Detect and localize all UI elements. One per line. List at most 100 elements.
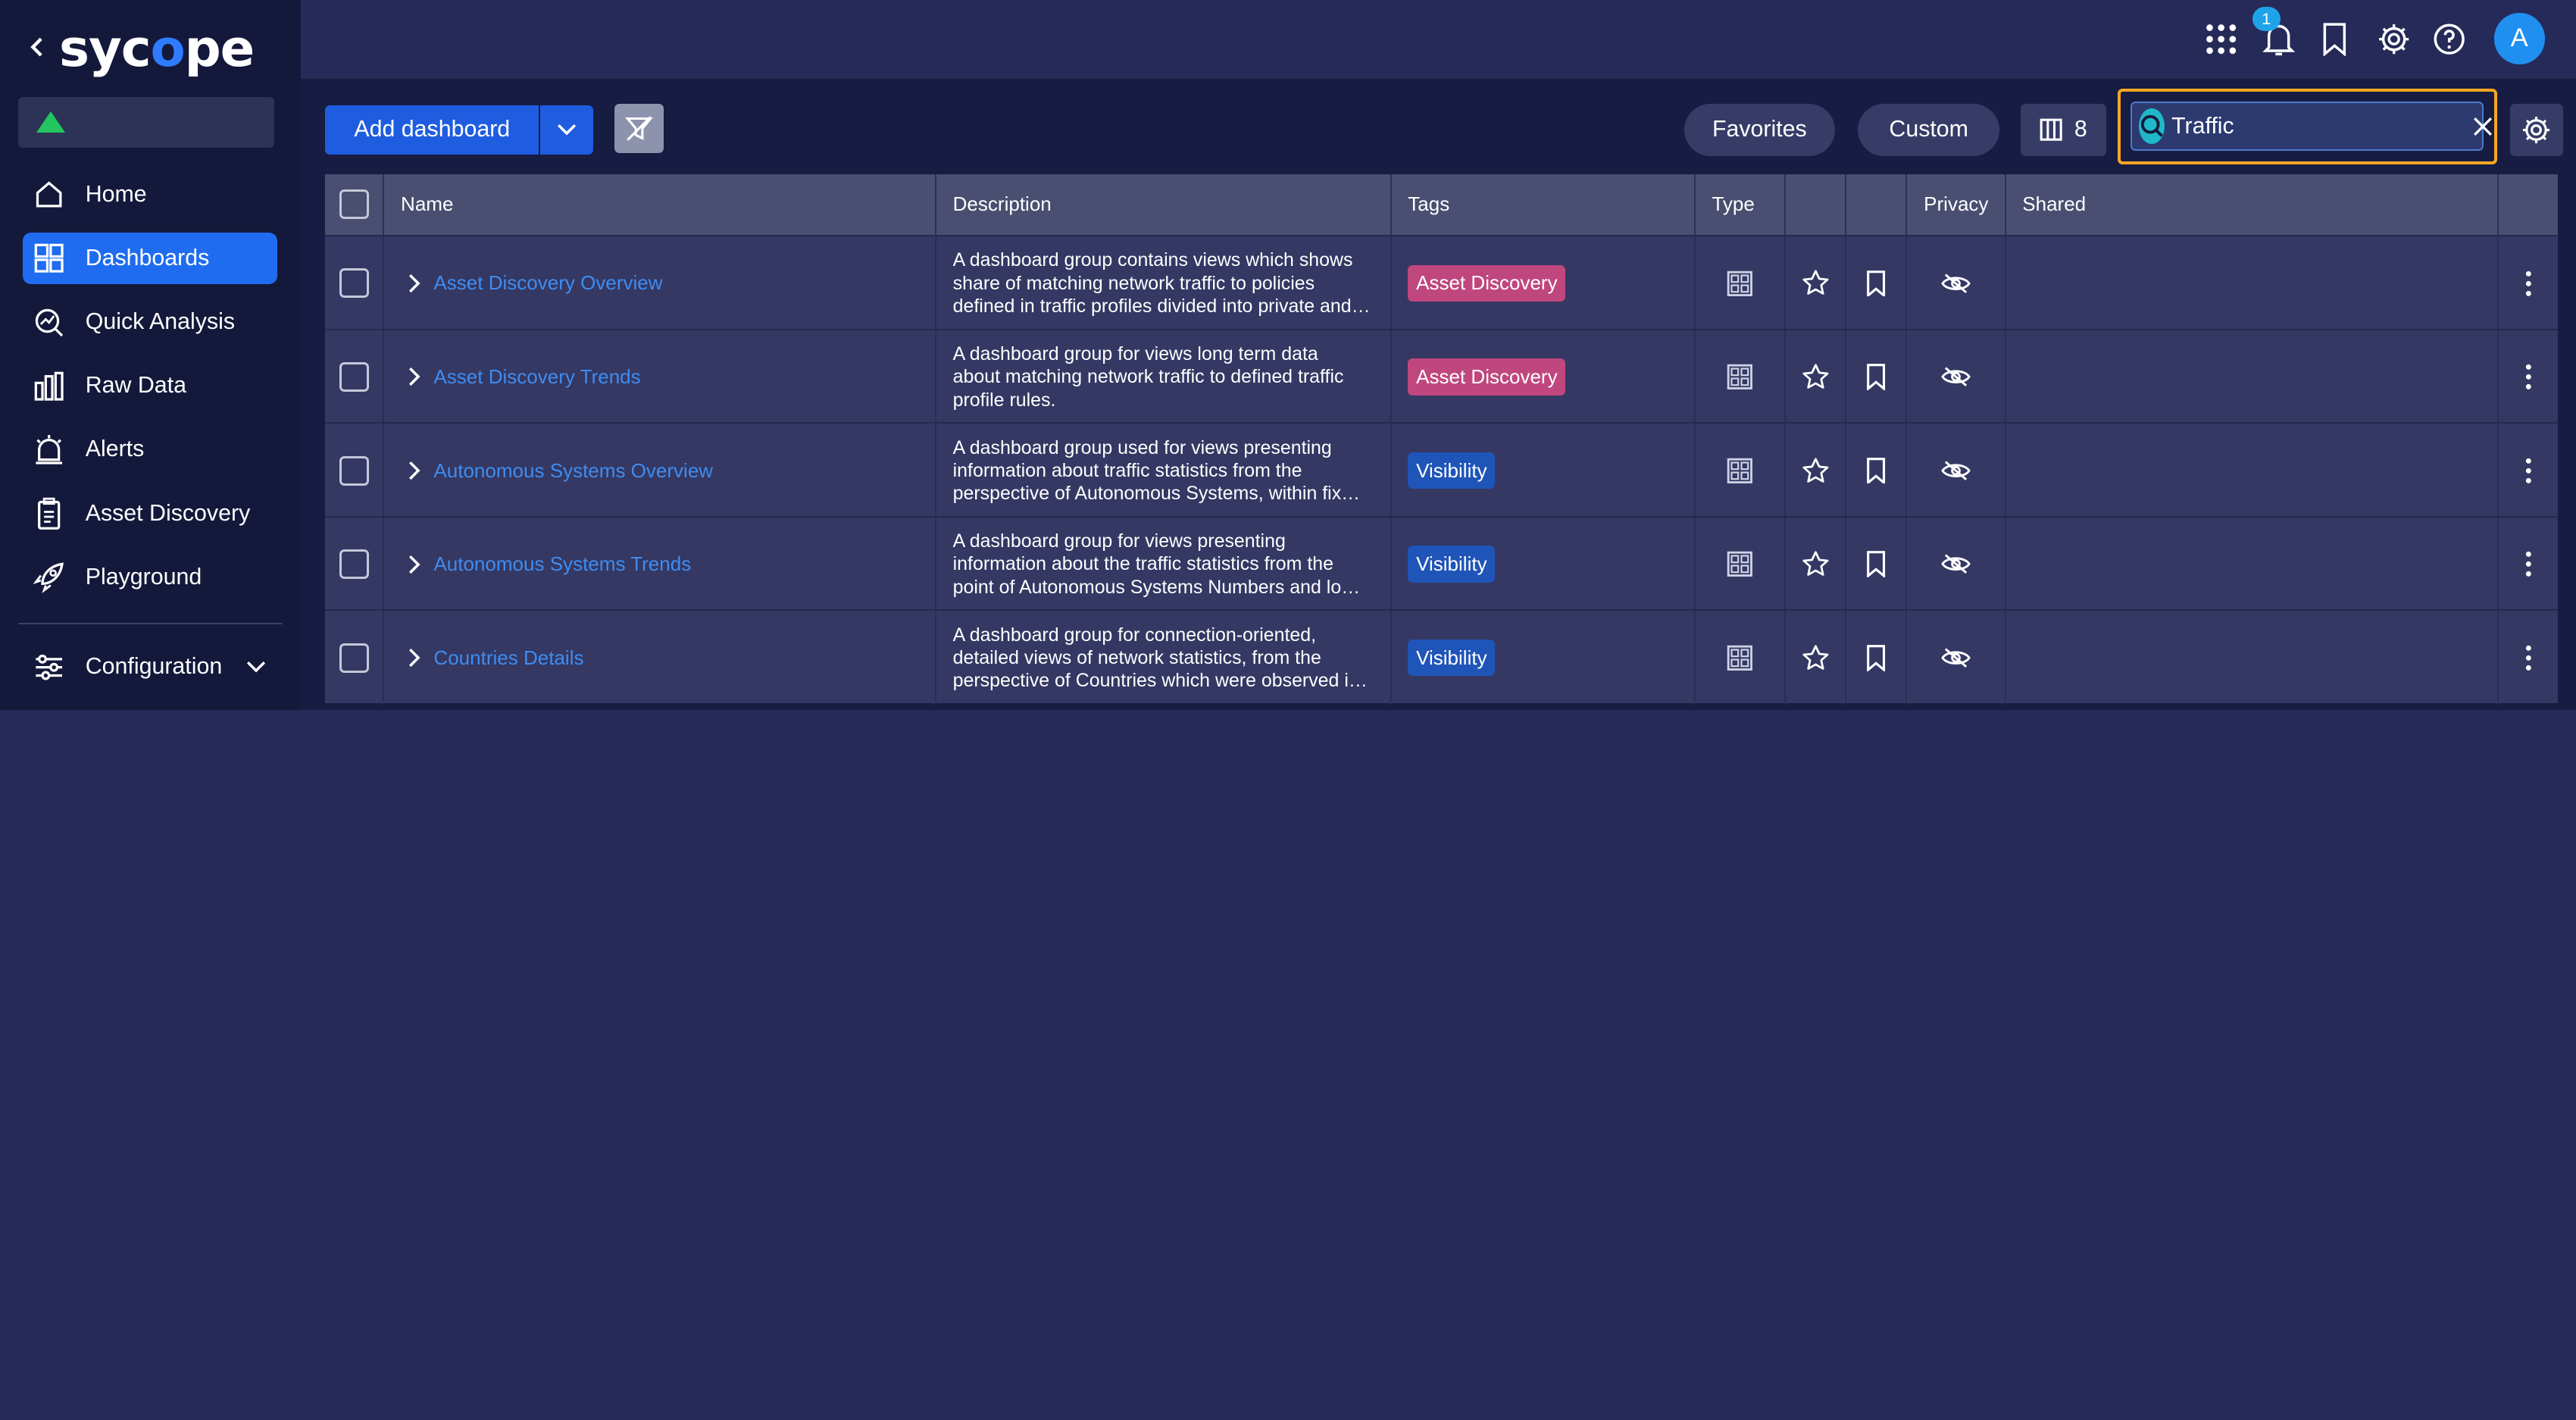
dashboard-description: A dashboard group contains views which s…	[952, 249, 1353, 317]
row-checkbox[interactable]	[339, 268, 369, 299]
header-favorite	[1786, 174, 1847, 236]
bookmark-icon[interactable]	[1865, 551, 1887, 577]
sidebar-item-quick-analysis[interactable]: Quick Analysis	[23, 297, 277, 348]
back-chevron-icon[interactable]	[30, 33, 46, 65]
header-description[interactable]: Description	[936, 174, 1392, 236]
star-icon[interactable]	[1802, 457, 1830, 485]
quick-analysis-icon	[33, 306, 65, 339]
table-settings-button[interactable]	[2510, 103, 2563, 156]
table-row[interactable]: Countries Details A dashboard group for …	[325, 609, 2559, 705]
row-shared-cell	[2006, 236, 2499, 330]
header-tags[interactable]: Tags	[1392, 174, 1696, 236]
sidebar-item-raw-data[interactable]: Raw Data	[23, 361, 277, 411]
app-logo[interactable]: sycope	[59, 23, 255, 74]
star-icon[interactable]	[1802, 363, 1830, 391]
sidebar-item-label: Alerts	[85, 436, 145, 462]
row-menu-button[interactable]	[2499, 611, 2558, 705]
chevron-right-icon[interactable]	[408, 555, 420, 574]
row-menu-button[interactable]	[2499, 518, 2558, 611]
header-type[interactable]: Type	[1696, 174, 1787, 236]
gear-icon[interactable]	[2374, 20, 2413, 59]
dashboard-name-link[interactable]: Countries Details	[433, 646, 583, 670]
eye-off-icon	[1941, 554, 1971, 574]
sidebar-item-asset-discovery[interactable]: Asset Discovery	[23, 488, 277, 539]
table-row[interactable]: Asset Discovery Trends A dashboard group…	[325, 328, 2559, 424]
dashboard-type-icon	[1727, 645, 1752, 671]
row-type-cell	[1696, 517, 1787, 611]
sidebar-item-home[interactable]: Home	[23, 169, 277, 220]
status-indicator[interactable]	[17, 96, 275, 149]
row-privacy-cell	[1907, 330, 2006, 424]
sidebar-item-label: Home	[85, 181, 147, 207]
table-row[interactable]: Autonomous Systems Trends A dashboard gr…	[325, 515, 2559, 611]
dashboard-name-link[interactable]: Asset Discovery Trends	[433, 365, 640, 389]
columns-button[interactable]: 8	[2021, 103, 2106, 156]
bookmark-icon[interactable]	[1865, 645, 1887, 671]
dashboard-name-link[interactable]: Autonomous Systems Trends	[433, 552, 691, 576]
chevron-right-icon[interactable]	[408, 367, 420, 386]
dashboard-type-icon	[1727, 364, 1752, 390]
header-shared[interactable]: Shared	[2006, 174, 2499, 236]
columns-icon	[2040, 118, 2062, 141]
filter-off-icon	[625, 115, 653, 141]
row-checkbox[interactable]	[339, 643, 369, 673]
chevron-right-icon[interactable]	[408, 274, 420, 293]
help-icon[interactable]	[2430, 20, 2469, 59]
table-row[interactable]: Asset Discovery Overview A dashboard gro…	[325, 235, 2559, 330]
sidebar-item-dashboards[interactable]: Dashboards	[23, 233, 278, 284]
search-container	[2118, 89, 2497, 164]
row-shared-cell	[2006, 517, 2499, 611]
header-actions	[2499, 174, 2558, 235]
sidebar-item-configuration[interactable]: Configuration	[33, 644, 279, 690]
bookmark-icon[interactable]	[1865, 457, 1887, 484]
chevron-right-icon[interactable]	[408, 461, 420, 480]
tag-badge[interactable]: Visibility	[1408, 640, 1496, 677]
star-icon[interactable]	[1802, 269, 1830, 297]
table-row[interactable]: Autonomous Systems Overview A dashboard …	[325, 422, 2559, 518]
header-privacy[interactable]: Privacy	[1907, 174, 2006, 236]
search-icon	[2138, 108, 2165, 145]
favorites-filter-button[interactable]: Favorites	[1683, 103, 1836, 156]
sidebar-item-playground[interactable]: Playground	[23, 552, 277, 602]
row-menu-button[interactable]	[2499, 330, 2558, 424]
chevron-right-icon[interactable]	[408, 648, 420, 668]
avatar[interactable]: A	[2493, 13, 2545, 64]
main-content: Add dashboard Favorites Custom 8 Traffic…	[300, 79, 2576, 710]
bookmark-icon[interactable]	[1865, 364, 1887, 390]
row-description-cell: A dashboard group for connection-oriente…	[936, 611, 1392, 705]
search-input[interactable]	[2171, 106, 2474, 146]
close-icon[interactable]	[2473, 117, 2493, 136]
row-checkbox[interactable]	[339, 455, 369, 486]
home-icon	[33, 178, 65, 211]
tag-badge[interactable]: Visibility	[1408, 546, 1496, 583]
tag-badge[interactable]: Visibility	[1408, 452, 1496, 489]
dashboard-name-link[interactable]: Autonomous Systems Overview	[433, 459, 713, 483]
tag-badge[interactable]: Asset Discovery	[1408, 358, 1566, 396]
row-privacy-cell	[1907, 236, 2006, 330]
tag-badge[interactable]: Asset Discovery	[1408, 264, 1566, 302]
raw-data-icon	[33, 370, 65, 402]
clear-filter-button[interactable]	[614, 103, 664, 153]
row-menu-button[interactable]	[2499, 236, 2558, 330]
star-icon[interactable]	[1802, 644, 1830, 672]
apps-grid-icon[interactable]	[2202, 20, 2241, 59]
header-name[interactable]: Name	[384, 174, 936, 236]
star-icon[interactable]	[1802, 550, 1830, 578]
sidebar-item-alerts[interactable]: Alerts	[23, 424, 277, 475]
gear-icon	[2523, 116, 2550, 143]
columns-count: 8	[2074, 117, 2087, 142]
kebab-menu-icon	[2525, 645, 2531, 671]
bookmark-icon[interactable]	[2315, 20, 2354, 59]
row-menu-button[interactable]	[2499, 424, 2558, 518]
notification-badge[interactable]: 1	[2252, 6, 2281, 32]
row-checkbox[interactable]	[339, 361, 369, 392]
add-dashboard-dropdown-button[interactable]	[540, 105, 593, 155]
bookmark-icon[interactable]	[1865, 270, 1887, 297]
select-all-checkbox[interactable]	[339, 189, 369, 220]
custom-filter-button[interactable]: Custom	[1858, 103, 1999, 156]
dashboard-name-link[interactable]: Asset Discovery Overview	[433, 271, 662, 295]
row-checkbox[interactable]	[339, 549, 369, 580]
row-type-cell	[1696, 330, 1787, 424]
row-name-cell: Asset Discovery Trends	[384, 330, 936, 424]
add-dashboard-button[interactable]: Add dashboard	[325, 105, 539, 155]
